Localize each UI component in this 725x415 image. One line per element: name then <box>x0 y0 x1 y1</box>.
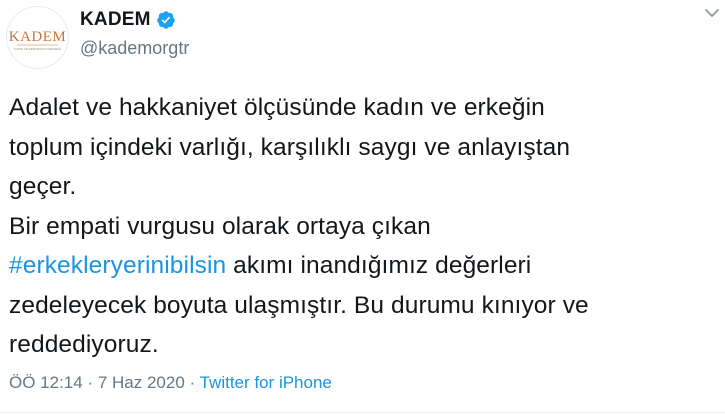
tweet-text: Adalet ve hakkaniyet ölçüsünde kadın ve … <box>9 88 709 365</box>
svg-text:KADEM: KADEM <box>9 29 67 45</box>
tweet-line: reddediyoruz. <box>9 331 159 358</box>
tweet-date[interactable]: 7 Haz 2020 <box>98 373 185 392</box>
avatar[interactable]: KADEM KADIN VE DEMOKRASİ DERNEĞİ <box>7 7 68 68</box>
display-name[interactable]: KADEM <box>80 9 151 31</box>
verified-badge-icon <box>156 11 175 29</box>
tweet-source-link[interactable]: Twitter for iPhone <box>200 373 332 392</box>
tweet-line: zedeleyecek boyuta ulaşmıştır. Bu durumu… <box>9 291 589 319</box>
tweet-line: toplum içindeki varlığı, karşılıklı sayg… <box>9 133 571 161</box>
tweet-line: geçer. <box>9 173 77 200</box>
svg-text:KADIN VE DEMOKRASİ DERNEĞİ: KADIN VE DEMOKRASİ DERNEĞİ <box>14 46 62 51</box>
divider <box>0 412 725 413</box>
handle[interactable]: @kademorgtr <box>80 38 189 59</box>
meta-separator: · <box>184 373 200 392</box>
meta-separator: · <box>82 373 98 392</box>
tweet-meta: ÖÖ 12:14 · 7 Haz 2020 · Twitter for iPho… <box>9 373 332 393</box>
tweet-line-with-hashtag: #erkekleryerinibilsin akımı inandığımız … <box>9 246 709 286</box>
chevron-down-icon[interactable] <box>705 8 719 18</box>
tweet: KADEM KADIN VE DEMOKRASİ DERNEĞİ KADEM @… <box>0 0 725 415</box>
hashtag-link[interactable]: #erkekleryerinibilsin <box>9 252 226 279</box>
tweet-time[interactable]: ÖÖ 12:14 <box>9 373 83 392</box>
tweet-line: Adalet ve hakkaniyet ölçüsünde kadın ve … <box>9 94 545 121</box>
kadem-logo: KADEM KADIN VE DEMOKRASİ DERNEĞİ <box>9 29 67 51</box>
tweet-line: Bir empati vurgusu olarak ortaya çıkan <box>9 212 431 240</box>
author-block: KADEM @kademorgtr <box>80 8 189 59</box>
name-row: KADEM <box>80 8 189 32</box>
tweet-line-rest: akımı inandığımız değerleri <box>226 252 532 279</box>
